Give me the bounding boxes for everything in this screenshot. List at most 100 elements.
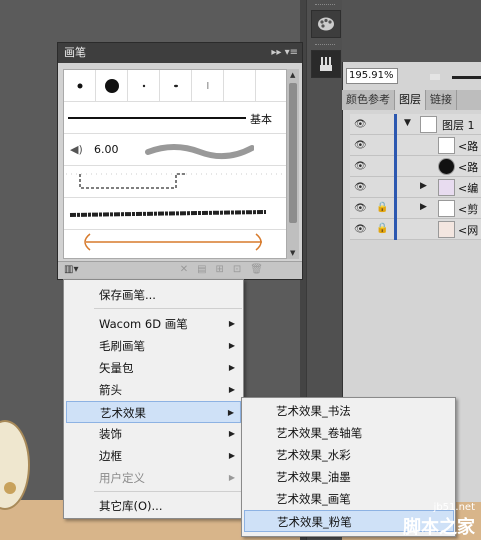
brush-swatch[interactable]	[192, 70, 224, 102]
menu-item-label: 用户定义	[99, 471, 145, 485]
layer-row[interactable]: 👁 🔒 <网	[350, 219, 481, 240]
submenu-arrow-icon: ▶	[228, 429, 235, 438]
brush-list[interactable]: 基本 ◀) 6.00	[63, 69, 287, 259]
layer-row[interactable]: 👁 ▶ <编	[350, 177, 481, 198]
submenu-arrow-icon: ▶	[228, 385, 235, 394]
tab-layers[interactable]: 图层	[395, 90, 426, 110]
layer-color-bar	[394, 156, 397, 177]
footer-action-icons[interactable]: ✕▤⊞⊡🗑	[180, 264, 272, 275]
brush-swatch[interactable]	[160, 70, 192, 102]
eye-icon[interactable]: 👁	[354, 182, 367, 193]
brush-row-charcoal[interactable]	[64, 198, 286, 230]
watermark-url: jb51.net	[433, 502, 475, 513]
layer-row[interactable]: 👁 <路	[350, 156, 481, 177]
gear-decoration	[4, 482, 16, 494]
lock-icon[interactable]: 🔒	[376, 202, 388, 213]
menu-item-arrows[interactable]: 箭头 ▶	[66, 379, 241, 401]
expand-triangle-icon[interactable]: ▼	[404, 118, 411, 128]
menu-item-other-library[interactable]: 其它库(O)...	[66, 495, 241, 517]
brushes-panel-titlebar[interactable]: 画笔 ▸▸ ▾≡	[58, 43, 302, 63]
watermark-name: 脚本之家	[403, 517, 475, 538]
brush-library-menu: 保存画笔... Wacom 6D 画笔 ▶ 毛刷画笔 ▶ 矢量包 ▶ 箭头 ▶ 艺术效果…	[63, 279, 244, 519]
layer-name[interactable]: <网	[458, 222, 478, 238]
submenu-arrow-icon: ▶	[228, 319, 235, 328]
brush-list-scrollbar[interactable]: ▲ ▼	[287, 69, 299, 259]
brush-row-pattern[interactable]	[64, 166, 286, 198]
tab-color-guide[interactable]: 颜色参考	[342, 90, 395, 110]
layer-row[interactable]: 👁 ▼ 图层 1	[350, 114, 481, 135]
lock-icon[interactable]: 🔒	[376, 223, 388, 234]
watermark: jb51.net 脚本之家	[403, 502, 475, 539]
zoom-slider[interactable]	[452, 76, 481, 79]
submenu-arrow-icon: ▶	[228, 341, 235, 350]
brush-swatch[interactable]	[64, 70, 96, 102]
eye-icon[interactable]: 👁	[354, 161, 367, 172]
dock-grip[interactable]	[315, 44, 335, 47]
brushes-panel-icon[interactable]	[311, 50, 341, 78]
layer-thumbnail	[438, 221, 455, 238]
submenu-arrow-icon: ▶	[228, 363, 235, 372]
menu-item-label: 毛刷画笔	[99, 339, 145, 353]
panel-tabs: 颜色参考 图层 链接	[342, 90, 481, 110]
submenu-arrow-icon: ▶	[227, 408, 234, 417]
menu-item-label: 装饰	[99, 427, 122, 441]
menu-item-save-brushes[interactable]: 保存画笔...	[66, 284, 241, 306]
submenu-item-scroll-pen[interactable]: 艺术效果_卷轴笔	[244, 422, 454, 444]
menu-item-decorative[interactable]: 装饰 ▶	[66, 423, 241, 445]
menu-item-label: 矢量包	[99, 361, 134, 375]
brush-libraries-menu-icon[interactable]: ▥▾	[64, 264, 86, 278]
brush-row-arrow[interactable]	[64, 230, 286, 258]
eye-icon[interactable]: 👁	[354, 203, 367, 214]
menu-item-artistic[interactable]: 艺术效果 ▶	[66, 401, 241, 423]
scrollbar-thumb[interactable]	[289, 83, 297, 223]
menu-item-borders[interactable]: 边框 ▶	[66, 445, 241, 467]
right-panel-header	[342, 0, 481, 62]
brush-basic-label: 基本	[250, 113, 272, 126]
layer-color-bar	[394, 135, 397, 156]
tab-links[interactable]: 链接	[426, 90, 457, 110]
layer-name[interactable]: <路	[458, 159, 478, 175]
brushes-panel: 画笔 ▸▸ ▾≡ 基本 ◀) 6.00 ▲ ▼ ▥▾ ✕▤⊞⊡🗑	[57, 42, 303, 280]
brush-row-calligraphy[interactable]: ◀) 6.00	[64, 134, 286, 166]
submenu-item-calligraphic[interactable]: 艺术效果_书法	[244, 400, 454, 422]
layer-color-bar	[394, 198, 397, 219]
menu-item-label: Wacom 6D 画笔	[99, 317, 188, 331]
brush-swatch[interactable]	[224, 70, 256, 102]
eye-icon[interactable]: 👁	[354, 224, 367, 235]
menu-separator	[94, 308, 242, 309]
layer-thumbnail	[438, 158, 455, 175]
expand-triangle-icon[interactable]: ▶	[420, 181, 427, 191]
zoom-slider-small-icon	[430, 74, 440, 80]
scroll-down-icon[interactable]: ▼	[290, 249, 295, 257]
dock-grip[interactable]	[315, 4, 335, 7]
brush-row-basic[interactable]: 基本	[64, 102, 286, 134]
menu-item-user-defined: 用户定义 ▶	[66, 467, 241, 489]
zoom-field[interactable]: 195.91%	[346, 68, 398, 84]
brush-swatch[interactable]	[128, 70, 160, 102]
expand-triangle-icon[interactable]: ▶	[420, 202, 427, 212]
layer-color-bar	[394, 114, 397, 135]
eye-icon[interactable]: 👁	[354, 140, 367, 151]
brush-swatch-row	[64, 70, 286, 102]
menu-item-label: 边框	[99, 449, 122, 463]
swatch-panel-icon[interactable]	[311, 10, 341, 38]
layer-thumbnail	[438, 137, 455, 154]
submenu-item-ink[interactable]: 艺术效果_油墨	[244, 466, 454, 488]
scroll-up-icon[interactable]: ▲	[290, 71, 295, 79]
panel-menu-button[interactable]: ▸▸ ▾≡	[271, 43, 298, 63]
eye-icon[interactable]: 👁	[354, 119, 367, 130]
brush-swatch[interactable]	[96, 70, 128, 102]
brush-size-value: 6.00	[94, 143, 119, 156]
layer-name[interactable]: 图层 1	[442, 117, 475, 133]
layer-row[interactable]: 👁 <路	[350, 135, 481, 156]
layer-name[interactable]: <剪	[458, 201, 478, 217]
menu-item-bristle[interactable]: 毛刷画笔 ▶	[66, 335, 241, 357]
submenu-item-watercolor[interactable]: 艺术效果_水彩	[244, 444, 454, 466]
layer-name[interactable]: <路	[458, 138, 478, 154]
menu-item-label: 艺术效果	[100, 406, 146, 420]
layer-thumbnail	[438, 200, 455, 217]
menu-item-wacom[interactable]: Wacom 6D 画笔 ▶	[66, 313, 241, 335]
menu-item-vector-pack[interactable]: 矢量包 ▶	[66, 357, 241, 379]
layer-name[interactable]: <编	[458, 180, 478, 196]
layer-row[interactable]: 👁 🔒 ▶ <剪	[350, 198, 481, 219]
